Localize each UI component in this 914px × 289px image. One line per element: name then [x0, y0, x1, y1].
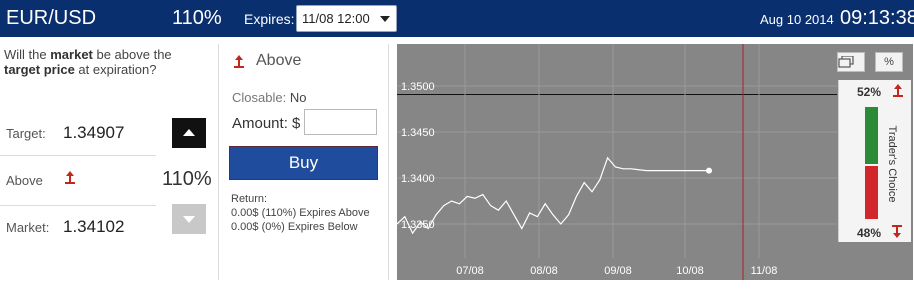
target-value: 1.34907: [63, 123, 125, 142]
chart-type-button[interactable]: [837, 52, 865, 72]
y-tick-label: 1.3500: [401, 81, 435, 93]
chevron-down-icon: [380, 16, 390, 22]
trade-direction: Above: [256, 52, 302, 69]
current-price-point: [706, 167, 712, 174]
traders-choice-panel: 52% Trader's Choice 48%: [838, 80, 911, 242]
question-text: Will the market be above the target pric…: [4, 47, 172, 77]
x-tick-label: 09/08: [604, 265, 632, 277]
traders-down-percent: 48%: [857, 226, 882, 240]
down-arrow-button[interactable]: [172, 204, 206, 234]
x-tick-label: 11/08: [751, 265, 778, 277]
divider: [0, 205, 156, 206]
price-chart-svg: 1.35001.34501.34001.335007/08 08/08 09/08 1…: [397, 44, 837, 280]
price-series-line: [397, 156, 709, 235]
direction-payout: 110%: [162, 168, 212, 190]
arrow-up-icon: [65, 171, 75, 184]
market-value: 1.34102: [63, 217, 125, 236]
return-info: Return: 0.00$ (110%) Expires Above 0.00$…: [231, 193, 370, 233]
x-tick-label: 07/08: [456, 265, 484, 277]
divider: [0, 155, 156, 156]
divider: [388, 44, 389, 280]
expiry-select[interactable]: 11/08 12:00: [296, 5, 397, 32]
price-chart[interactable]: 1.3500 1.3450 1.3400 1.3350 07/08 08/08 09/08 1…: [397, 44, 913, 280]
header-bar: EUR/USD 110% Expires: 11/08 12:00 Aug 10…: [0, 0, 914, 37]
current-date: Aug 10 2014: [760, 12, 834, 27]
x-tick-label: 10/08: [676, 265, 704, 277]
percent-toggle-button[interactable]: %: [875, 52, 903, 72]
expires-label: Expires:: [244, 11, 295, 27]
arrow-up-icon: [234, 55, 244, 68]
up-arrow-button[interactable]: [172, 118, 206, 148]
divider: [218, 44, 219, 280]
x-tick-label: 08/08: [530, 265, 558, 277]
expiry-select-value: 11/08 12:00: [302, 11, 370, 26]
payout-percent: 110%: [172, 7, 222, 29]
market-label: Market:: [6, 220, 50, 235]
current-time: 09:13:38: [840, 7, 914, 29]
asset-pair: EUR/USD: [6, 7, 97, 29]
traders-down-bar: [865, 166, 878, 219]
arrow-up-icon: [893, 84, 903, 97]
traders-up-percent: 52%: [857, 85, 882, 99]
traders-up-bar: [865, 107, 878, 164]
percent-icon: %: [884, 56, 894, 68]
y-tick-label: 1.3400: [401, 173, 435, 185]
amount-label: Amount: $: [232, 115, 301, 132]
target-label: Target:: [6, 126, 46, 141]
traders-choice-label: Trader's Choice: [886, 125, 898, 203]
y-tick-label: 1.3450: [401, 127, 435, 139]
arrow-down-icon: [892, 225, 902, 238]
amount-input[interactable]: [304, 109, 377, 135]
direction-label: Above: [6, 173, 43, 188]
buy-button[interactable]: Buy: [229, 146, 378, 180]
closable-status: Closable: No: [232, 90, 307, 105]
window-icon: [838, 56, 854, 68]
